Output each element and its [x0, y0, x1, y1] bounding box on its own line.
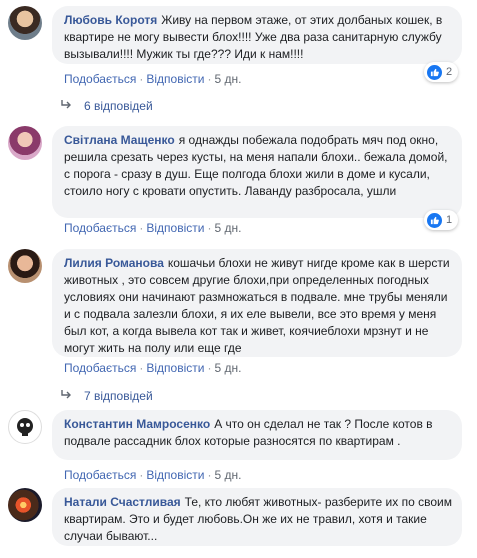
skull-icon — [17, 418, 33, 436]
reply-link[interactable]: Відповісти — [146, 72, 204, 86]
like-icon — [427, 64, 442, 80]
comment-author[interactable]: Світлана Мащенко — [64, 133, 175, 147]
comment-actions: Подобається · Відповісти · 5 дн. — [64, 221, 242, 235]
comment-author[interactable]: Лилия Романова — [64, 256, 164, 270]
reply-link[interactable]: Відповісти — [146, 361, 204, 375]
reactions-count[interactable]: 2 — [424, 62, 459, 82]
comment-author[interactable]: Константин Мамросенко — [64, 417, 210, 431]
comment-text: кошачьи блохи не живут нигде кроме как в… — [64, 256, 450, 355]
reply-arrow-icon — [60, 389, 72, 403]
reactions-number: 2 — [446, 66, 453, 78]
timestamp[interactable]: 5 дн. — [214, 221, 241, 235]
like-link[interactable]: Подобається — [64, 72, 136, 86]
timestamp[interactable]: 5 дн. — [214, 361, 241, 375]
view-replies-link[interactable]: 6 відповідей — [60, 99, 153, 113]
like-link[interactable]: Подобається — [64, 361, 136, 375]
comment-actions: Подобається · Відповісти · 5 дн. — [64, 468, 242, 482]
comment-bubble: Лилия Романова кошачьи блохи не живут ниг… — [52, 249, 462, 357]
avatar[interactable] — [8, 126, 42, 160]
avatar[interactable] — [8, 410, 42, 444]
like-link[interactable]: Подобається — [64, 221, 136, 235]
avatar[interactable] — [8, 488, 42, 522]
comment-bubble: Константин Мамросенко А что он сделал не … — [52, 410, 462, 460]
comment-actions: Подобається · Відповісти · 5 дн. — [64, 361, 242, 375]
reactions-number: 1 — [446, 214, 453, 226]
comment-bubble: Світлана Мащенко я однажды побежала подоб… — [52, 126, 462, 218]
reactions-count[interactable]: 1 — [424, 210, 459, 230]
replies-count: 7 відповідей — [84, 389, 153, 403]
reply-arrow-icon — [60, 99, 72, 113]
avatar[interactable] — [8, 249, 42, 283]
timestamp[interactable]: 5 дн. — [214, 468, 241, 482]
comment-bubble: Любовь Коротя Живу на первом этаже, от эт… — [52, 6, 462, 64]
comment-author[interactable]: Любовь Коротя — [64, 13, 157, 27]
comment-bubble: Натали Счастливая Те, кто любят животных-… — [52, 488, 462, 546]
view-replies-link[interactable]: 7 відповідей — [60, 389, 153, 403]
comment-author[interactable]: Натали Счастливая — [64, 495, 181, 509]
replies-count: 6 відповідей — [84, 99, 153, 113]
like-link[interactable]: Подобається — [64, 468, 136, 482]
reply-link[interactable]: Відповісти — [146, 221, 204, 235]
avatar[interactable] — [8, 6, 42, 40]
like-icon — [427, 212, 442, 228]
comment-actions: Подобається · Відповісти · 5 дн. — [64, 72, 242, 86]
reply-link[interactable]: Відповісти — [146, 468, 204, 482]
timestamp[interactable]: 5 дн. — [214, 72, 241, 86]
